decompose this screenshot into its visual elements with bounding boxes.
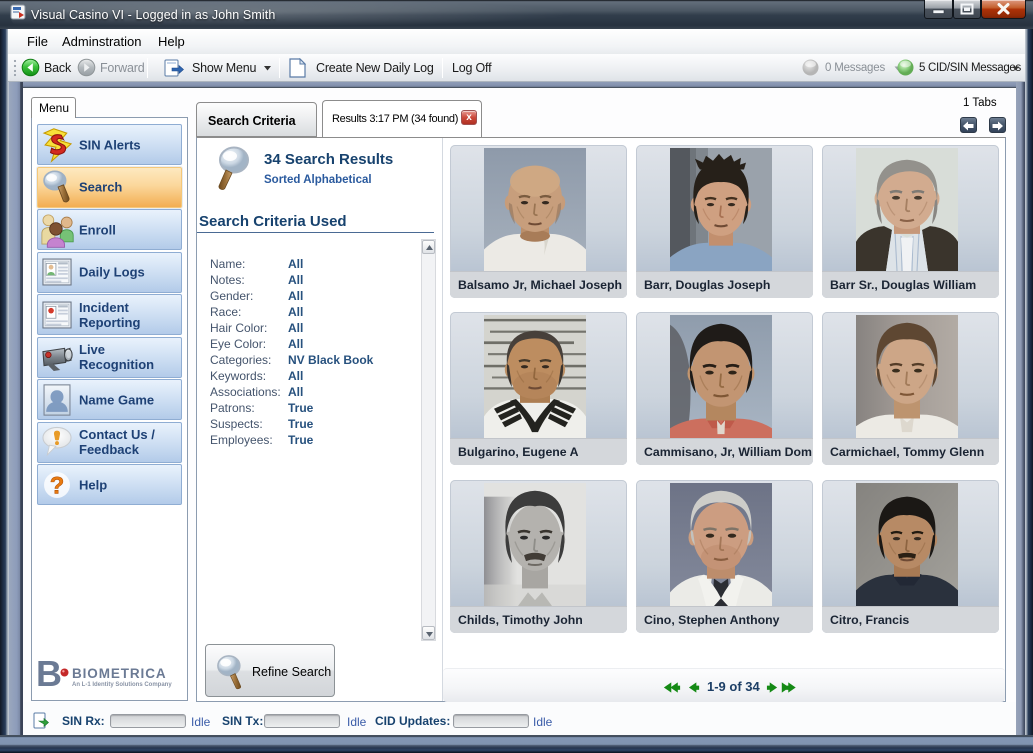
svg-text:An L-1 Identity Solutions Comp: An L-1 Identity Solutions Company (72, 682, 172, 688)
svg-text:?: ? (50, 472, 65, 499)
svg-text:BIOMETRICA: BIOMETRICA (72, 666, 167, 681)
svg-text:B: B (36, 653, 62, 694)
